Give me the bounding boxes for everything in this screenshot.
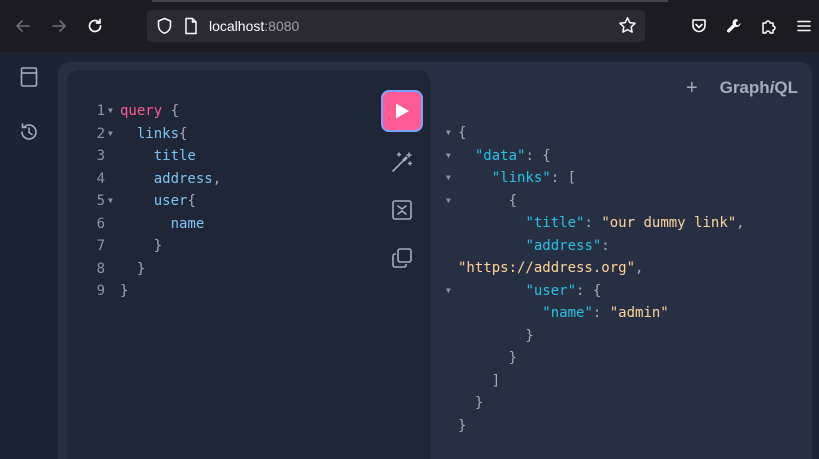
logo-part: Graph xyxy=(719,78,770,97)
docs-button[interactable] xyxy=(16,64,42,90)
url-port: :8080 xyxy=(264,18,300,34)
result-text: "address": xyxy=(525,237,610,254)
graphiql-session: 1 ▼ query {2 ▼ links{3 title 4 address, 5 ▼ us… xyxy=(58,62,812,459)
result-text: "title": "our dummy link", xyxy=(525,215,745,231)
history-icon xyxy=(21,123,37,140)
menu-button[interactable] xyxy=(792,14,816,38)
tab-strip-line xyxy=(152,0,668,2)
pocket-button[interactable] xyxy=(687,14,711,38)
browser-toolbar: localhost:8080 xyxy=(0,0,819,52)
result-line: ▼ { xyxy=(58,190,517,212)
fold-toggle[interactable]: ▼ xyxy=(446,122,451,144)
result-line: ▼ "data": { xyxy=(58,145,551,167)
url-text[interactable]: localhost:8080 xyxy=(209,18,299,34)
fold-toggle[interactable]: ▼ xyxy=(446,280,451,302)
star-icon[interactable] xyxy=(618,16,637,40)
arrow-right-icon xyxy=(52,20,66,32)
result-text: } xyxy=(458,327,534,344)
result-text: ] xyxy=(458,372,501,389)
forward-button[interactable] xyxy=(47,14,71,38)
docs-icon xyxy=(20,67,38,87)
result-text: { xyxy=(458,192,518,209)
url-bar[interactable]: localhost:8080 xyxy=(147,10,645,42)
result-line: "address": xyxy=(58,235,609,257)
line-number: 1 xyxy=(96,103,105,119)
result-text: } xyxy=(458,417,467,434)
reload-button[interactable] xyxy=(83,14,107,38)
code-text: query { xyxy=(120,103,180,119)
shield-icon[interactable] xyxy=(156,17,173,40)
history-button[interactable] xyxy=(16,119,42,145)
result-text: "https://address.org", xyxy=(458,260,644,276)
add-tab-button[interactable]: + xyxy=(686,77,698,100)
result-line: ] xyxy=(58,370,500,392)
arrow-left-icon xyxy=(16,20,30,32)
extensions-button[interactable] xyxy=(757,14,781,38)
result-text: "data": { xyxy=(474,147,551,164)
result-text: { xyxy=(458,125,467,141)
result-text: } xyxy=(458,395,484,411)
result-text: "user": { xyxy=(525,282,602,299)
result-line: "https://address.org", xyxy=(58,257,643,279)
result-text: "name": "admin" xyxy=(542,305,669,321)
result-line: ▼{ xyxy=(58,122,466,144)
puzzle-icon xyxy=(762,20,776,34)
page-icon[interactable] xyxy=(183,17,199,40)
hamburger-menu-icon xyxy=(797,20,811,32)
play-icon xyxy=(396,103,409,119)
url-host: localhost xyxy=(209,18,265,34)
result-line: } xyxy=(58,347,517,369)
result-line: } xyxy=(58,392,483,414)
fold-toggle[interactable]: ▼ xyxy=(446,145,451,167)
result-line: ▼ "links": [ xyxy=(58,167,576,189)
back-button[interactable] xyxy=(11,14,35,38)
pocket-icon xyxy=(692,19,706,33)
fold-toggle[interactable]: ▼ xyxy=(446,167,451,189)
result-line: "title": "our dummy link", xyxy=(58,212,744,234)
result-line: } xyxy=(58,415,466,437)
reload-icon xyxy=(88,18,102,33)
fold-toggle[interactable]: ▼ xyxy=(108,100,113,122)
result-line: } xyxy=(58,325,533,347)
result-text: } xyxy=(458,350,518,366)
result-line: "name": "admin" xyxy=(58,302,668,324)
result-line: ▼ "user": { xyxy=(58,280,601,302)
tools-button[interactable] xyxy=(722,14,746,38)
graphiql-app: 1 ▼ query {2 ▼ links{3 title 4 address, 5 ▼ us… xyxy=(0,52,819,459)
graphiql-logo: GraphiQL xyxy=(720,78,798,98)
fold-toggle[interactable]: ▼ xyxy=(446,190,451,212)
result-text: "links": [ xyxy=(491,170,577,186)
wrench-icon xyxy=(727,19,741,33)
logo-part: QL xyxy=(774,78,798,97)
